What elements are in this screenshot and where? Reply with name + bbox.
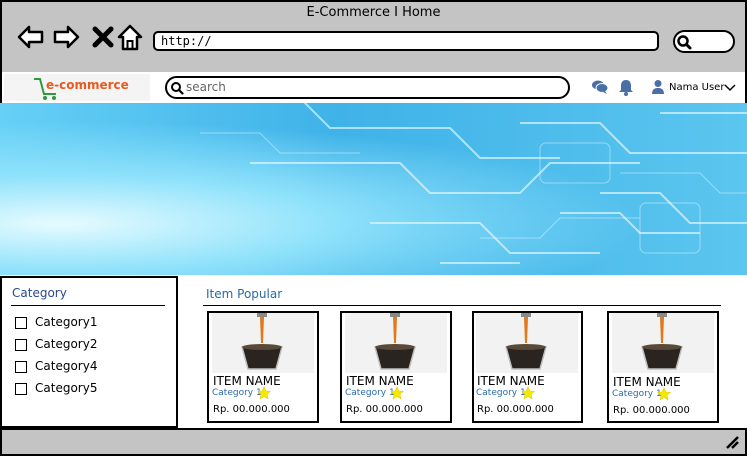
item-price: Rp. 00.000.000 — [346, 404, 423, 415]
chat-icon[interactable] — [591, 79, 609, 95]
resize-handle-icon[interactable] — [724, 434, 740, 450]
hero-banner — [0, 103, 747, 275]
chevron-down-icon[interactable] — [724, 83, 736, 92]
category-label[interactable]: Category5 — [35, 381, 97, 395]
item-price: Rp. 00.000.000 — [213, 404, 290, 415]
item-category: Category 1 — [476, 388, 526, 398]
category-checkbox[interactable] — [15, 361, 27, 373]
product-image — [476, 313, 578, 373]
star-icon — [521, 386, 535, 400]
item-category: Category 1 — [612, 389, 662, 399]
category-checkbox[interactable] — [15, 317, 27, 329]
item-category: Category 1 — [212, 388, 262, 398]
forward-icon[interactable] — [52, 22, 82, 52]
category-label[interactable]: Category2 — [35, 337, 97, 351]
user-icon[interactable] — [651, 79, 665, 95]
star-icon — [257, 386, 271, 400]
product-image — [612, 313, 714, 373]
search-icon[interactable] — [676, 34, 692, 50]
item-price: Rp. 00.000.000 — [613, 405, 690, 416]
category-checkbox[interactable] — [15, 339, 27, 351]
category-label[interactable]: Category1 — [35, 315, 97, 329]
home-icon[interactable] — [115, 22, 145, 52]
logo-text[interactable]: e-commerce — [46, 78, 129, 92]
back-icon[interactable] — [15, 22, 45, 52]
section-title: Item Popular — [206, 287, 283, 301]
category-title: Category — [12, 286, 67, 300]
close-icon[interactable] — [88, 22, 118, 52]
star-icon — [657, 387, 671, 401]
status-bar — [0, 428, 747, 456]
item-price: Rp. 00.000.000 — [477, 404, 554, 415]
banner-graphic — [200, 103, 747, 264]
star-icon — [390, 386, 404, 400]
product-image — [212, 313, 314, 373]
product-image — [345, 313, 447, 373]
divider — [11, 305, 165, 306]
item-category: Category 1 — [345, 388, 395, 398]
window-title: E-Commerce I Home — [306, 5, 441, 20]
bell-icon[interactable] — [618, 78, 634, 96]
search-icon — [171, 82, 184, 95]
category-checkbox[interactable] — [15, 383, 27, 395]
divider — [203, 305, 721, 306]
url-input[interactable]: http:// — [153, 31, 659, 51]
user-name[interactable]: Nama User — [669, 82, 724, 93]
search-placeholder: search — [186, 80, 226, 94]
category-label[interactable]: Category4 — [35, 359, 97, 373]
